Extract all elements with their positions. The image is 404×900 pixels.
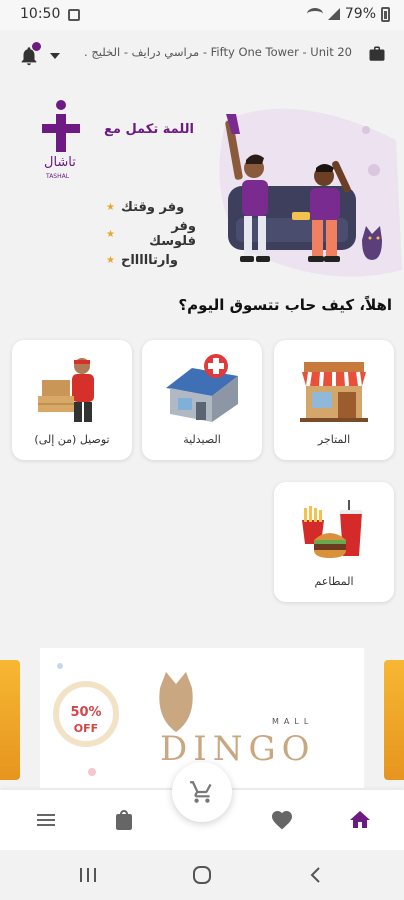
category-label: المتاجر	[317, 433, 351, 446]
promo-brand-sub: MALL	[272, 717, 313, 726]
signal-icon	[327, 8, 340, 20]
home-icon[interactable]	[348, 808, 372, 832]
perk-item: وفر وقتك ★	[106, 200, 185, 215]
system-nav-bar	[0, 850, 404, 900]
category-card-stores[interactable]: المتاجر	[274, 340, 394, 460]
perk-item: وارتاااااح ★	[106, 253, 178, 268]
app-header: Fifty One Tower - Unit 20 - مراسي درايف …	[0, 36, 404, 76]
category-card-restaurants[interactable]: المطاعم	[274, 482, 394, 602]
bag-icon[interactable]	[368, 45, 386, 63]
star-icon: ★	[106, 202, 115, 213]
menu-icon[interactable]	[34, 808, 58, 832]
back-icon[interactable]	[306, 866, 326, 884]
dropdown-icon[interactable]	[50, 53, 60, 59]
perk-item: وفر فلوسك ★	[106, 219, 196, 249]
category-label: توصيل (من إلى)	[34, 433, 110, 446]
cart-icon	[190, 781, 212, 803]
restaurants-icon	[294, 494, 374, 568]
notification-dot	[32, 42, 41, 51]
recents-icon[interactable]	[78, 866, 98, 884]
category-label: المطاعم	[314, 575, 354, 588]
cart-button[interactable]	[172, 762, 232, 822]
greeting-title: اهلاً، كيف حاب تتسوق اليوم؟	[178, 296, 392, 314]
category-card-delivery[interactable]: توصيل (من إلى)	[12, 340, 132, 460]
brand-logo: تاشال TASHAL	[40, 100, 90, 182]
delivery-icon	[32, 352, 112, 426]
category-label: الصيدلية	[183, 433, 221, 446]
home-circle-icon[interactable]	[192, 866, 212, 884]
promo-slide-prev[interactable]	[0, 660, 20, 780]
bell-icon[interactable]	[18, 42, 41, 68]
delivery-location[interactable]: Fifty One Tower - Unit 20 - مراسي درايف …	[84, 45, 352, 59]
star-icon: ★	[106, 228, 115, 240]
promo-slide-next[interactable]	[384, 660, 404, 780]
svg-text:تاشال: تاشال	[44, 155, 76, 170]
promo-brand: DINGO	[160, 729, 315, 769]
orders-icon[interactable]	[112, 808, 136, 832]
category-card-pharmacy[interactable]: الصيدلية	[142, 340, 262, 460]
status-time: 10:50	[20, 6, 61, 22]
wifi-icon	[306, 8, 323, 20]
status-right: 79%	[306, 6, 390, 22]
hero-banner[interactable]: تاشال TASHAL اللمة تكمل مع وفر وقتك ★ وفر…	[0, 100, 404, 290]
store-icon	[294, 352, 374, 426]
promo-discount: 50%	[70, 705, 101, 720]
star-icon: ★	[106, 255, 115, 266]
gallery-icon	[68, 9, 80, 21]
perks-list: وفر وقتك ★ وفر فلوسك ★ وارتاااااح ★	[106, 200, 196, 272]
battery-icon	[381, 6, 390, 22]
battery-percent: 79%	[344, 6, 376, 22]
promo-off: OFF	[74, 722, 98, 735]
pharmacy-icon	[162, 352, 242, 426]
favorites-icon[interactable]	[270, 808, 294, 832]
status-bar: 10:50 79%	[0, 0, 404, 30]
fans-illustration	[206, 100, 402, 290]
banner-tagline: اللمة تكمل مع	[104, 122, 194, 137]
brand-name: TASHAL	[45, 173, 70, 180]
